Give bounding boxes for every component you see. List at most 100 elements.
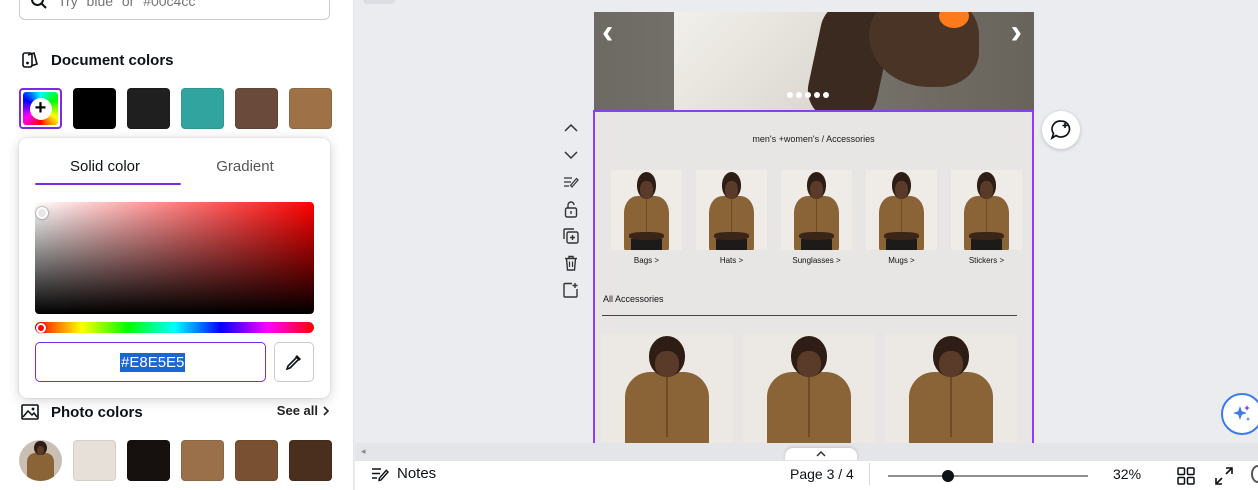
category-item[interactable]: Stickers > <box>949 170 1024 265</box>
toolbar-divider <box>869 463 870 485</box>
category-item[interactable]: Hats > <box>694 170 769 265</box>
add-page-icon <box>563 282 578 298</box>
product-image[interactable] <box>885 334 1017 443</box>
previous-page-hero[interactable]: ‹ › <box>594 12 1034 110</box>
see-all-link[interactable]: See all <box>277 403 330 418</box>
picker-tabs: Solid color Gradient <box>35 138 315 186</box>
hex-color-input[interactable]: #E8E5E5 <box>35 342 266 382</box>
document-color-swatches: + <box>19 88 332 129</box>
photo-swatch[interactable] <box>73 440 116 481</box>
photo-colors-title: Photo colors <box>51 403 143 421</box>
category-row: Bags > Hats > Sunglasses > Mugs > Sticke… <box>609 170 1024 265</box>
page-indicator-text: Page 3 / 4 <box>790 466 854 482</box>
photo-swatch[interactable] <box>289 440 332 481</box>
plus-icon: + <box>29 97 52 120</box>
category-image[interactable] <box>696 170 767 250</box>
zoom-percentage[interactable]: 32% <box>1113 466 1141 482</box>
image-icon <box>21 404 39 420</box>
notes-icon <box>372 467 389 481</box>
add-page-button[interactable] <box>560 280 582 299</box>
page-breadcrumb[interactable]: men's +women's / Accessories <box>595 134 1032 144</box>
move-page-down-button[interactable] <box>560 145 582 164</box>
document-swatch[interactable] <box>181 88 224 129</box>
delete-page-button[interactable] <box>560 253 582 272</box>
color-side-panel: Document colors + Solid color Gradient #… <box>0 0 354 490</box>
fullscreen-button[interactable] <box>1215 467 1233 490</box>
add-comment-button[interactable] <box>1042 111 1080 149</box>
category-image[interactable] <box>781 170 852 250</box>
category-label[interactable]: Bags > <box>634 256 659 265</box>
tab-gradient[interactable]: Gradient <box>175 138 315 186</box>
color-search-box[interactable] <box>19 0 330 20</box>
category-label[interactable]: Hats > <box>720 256 743 265</box>
search-input[interactable] <box>58 0 298 9</box>
palette-icon <box>22 51 38 68</box>
search-icon <box>31 0 47 9</box>
hue-slider[interactable] <box>35 322 314 333</box>
zoom-slider[interactable] <box>888 475 1088 477</box>
selected-page-accessories[interactable]: men's +women's / Accessories Bags > Hats… <box>593 110 1034 443</box>
document-swatch[interactable] <box>235 88 278 129</box>
help-button[interactable] <box>1251 465 1258 483</box>
section-divider[interactable] <box>602 315 1017 316</box>
slider-prev-icon[interactable]: ‹ <box>602 15 613 49</box>
color-picker-popover: Solid color Gradient #E8E5E5 <box>19 138 330 398</box>
eyedropper-icon <box>285 355 301 371</box>
zoom-slider-knob[interactable] <box>942 470 954 482</box>
document-swatch[interactable] <box>127 88 170 129</box>
page-side-toolbar <box>560 118 582 299</box>
lock-icon <box>564 200 578 218</box>
duplicate-icon <box>563 227 579 244</box>
chevron-up-icon <box>816 450 826 457</box>
tab-solid-color[interactable]: Solid color <box>35 138 175 186</box>
category-image[interactable] <box>951 170 1022 250</box>
editor-canvas-area: ‹ › men's +women's / Accessories Bags > … <box>355 0 1258 443</box>
photo-thumbnail[interactable] <box>19 440 62 481</box>
edit-lines-icon <box>564 176 579 188</box>
add-color-button[interactable]: + <box>19 88 62 129</box>
slider-next-icon[interactable]: › <box>1011 15 1022 49</box>
notes-button[interactable]: Notes <box>371 465 436 482</box>
category-image[interactable] <box>866 170 937 250</box>
hue-handle[interactable] <box>36 323 46 333</box>
bottom-toolbar: Notes Page 3 / 4 32% <box>355 460 1258 490</box>
chevron-down-icon <box>564 150 578 159</box>
saturation-handle[interactable] <box>36 207 48 219</box>
see-all-label: See all <box>276 403 318 418</box>
comment-icon <box>1050 120 1071 140</box>
fullscreen-icon <box>1215 467 1233 485</box>
trash-icon <box>565 255 577 271</box>
duplicate-page-button[interactable] <box>560 226 582 245</box>
category-item[interactable]: Mugs > <box>864 170 939 265</box>
category-label[interactable]: Mugs > <box>888 256 914 265</box>
grid-view-button[interactable] <box>1177 467 1195 490</box>
eyedropper-button[interactable] <box>274 342 314 382</box>
saturation-value-area[interactable] <box>35 202 314 314</box>
scroll-left-icon[interactable]: ◂ <box>361 446 366 457</box>
page-chip <box>363 0 395 4</box>
product-row <box>601 334 1017 443</box>
magic-sparkle-icon <box>1233 405 1250 421</box>
chevron-up-icon <box>564 123 578 132</box>
product-image[interactable] <box>743 334 875 443</box>
document-colors-header: Document colors <box>20 50 174 70</box>
photo-swatch[interactable] <box>127 440 170 481</box>
hex-value-text: #E8E5E5 <box>120 352 186 372</box>
category-item[interactable]: Bags > <box>609 170 684 265</box>
document-swatch[interactable] <box>73 88 116 129</box>
category-item[interactable]: Sunglasses > <box>779 170 854 265</box>
document-swatch[interactable] <box>289 88 332 129</box>
page-notes-button[interactable] <box>560 172 582 191</box>
category-label[interactable]: Stickers > <box>969 256 1004 265</box>
page-indicator[interactable]: Page 3 / 4 <box>790 466 854 482</box>
photo-swatch[interactable] <box>181 440 224 481</box>
lock-page-button[interactable] <box>560 199 582 218</box>
active-tab-indicator <box>35 183 181 185</box>
category-image[interactable] <box>611 170 682 250</box>
category-label[interactable]: Sunglasses > <box>792 256 840 265</box>
product-image[interactable] <box>601 334 733 443</box>
move-page-up-button[interactable] <box>560 118 582 137</box>
photo-swatch[interactable] <box>235 440 278 481</box>
magic-assistant-button[interactable] <box>1221 393 1258 435</box>
section-heading[interactable]: All Accessories <box>603 294 664 304</box>
